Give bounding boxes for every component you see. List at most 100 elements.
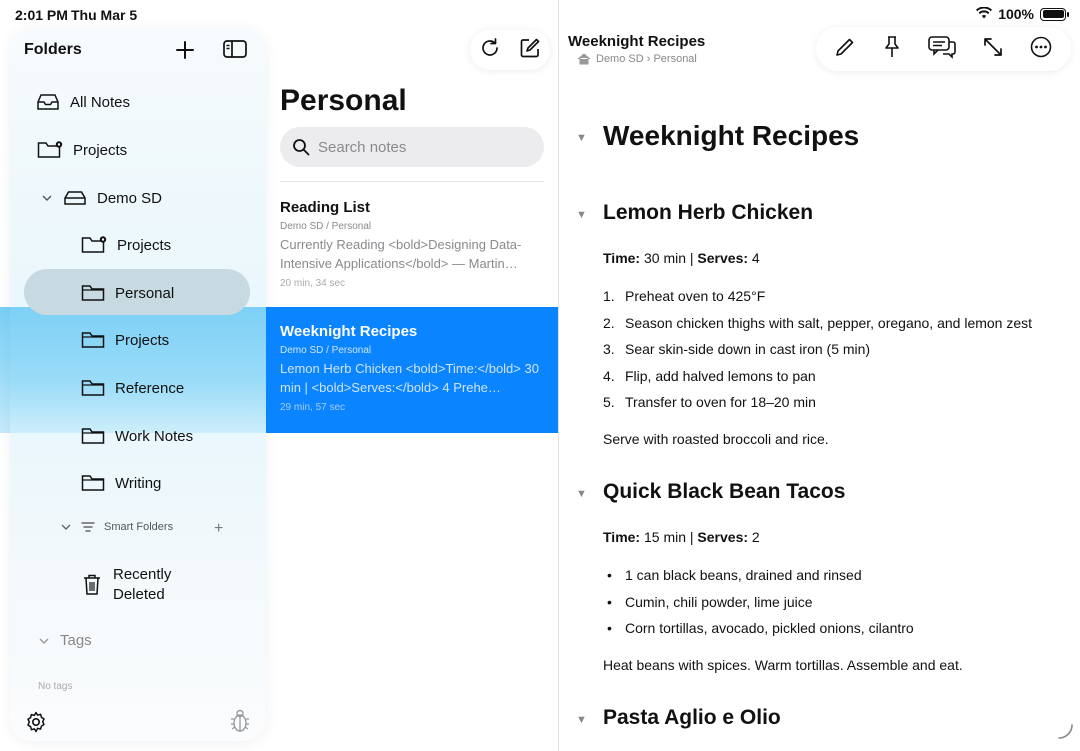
meta-line: Time: 15 min | Serves: 2 <box>603 529 760 545</box>
note-heading-1: Weeknight Recipes <box>603 120 860 151</box>
sidebar-item-label: Reference <box>115 379 185 397</box>
search-icon <box>293 139 310 156</box>
list-item: 3. Sear skin-side down in cast iron (5 mi… <box>603 341 871 357</box>
tags-label: Tags <box>60 632 92 649</box>
settings-button[interactable] <box>24 710 48 739</box>
expand-icon <box>984 37 1002 56</box>
compose-icon <box>520 38 540 57</box>
resize-corner-icon <box>1058 724 1073 739</box>
numbered-list: 1. Preheat oven to 425°F 2. Season chicken… <box>603 288 1032 421</box>
note-card-reading-list[interactable]: Reading List Demo SD / Personal Currentl… <box>266 183 558 309</box>
comments-button[interactable] <box>927 35 957 64</box>
sidebar-item-demo-sd[interactable]: Demo SD <box>41 181 162 215</box>
tray-icon <box>37 94 59 110</box>
gear-icon <box>27 711 45 733</box>
sidebar-icon <box>223 40 247 58</box>
folder-icon <box>81 285 105 301</box>
note-time: 20 min, 34 sec <box>280 278 346 289</box>
sidebar-item-label: Demo SD <box>97 189 163 207</box>
section-heading: Lemon Herb Chicken <box>603 201 814 224</box>
paragraph: Heat beans with spices. Warm tortillas. … <box>603 657 963 673</box>
list-toolbar <box>470 30 550 70</box>
chevron-down-icon <box>42 195 52 201</box>
add-folder-button[interactable] <box>172 37 198 63</box>
sidebar-item-label: Projects <box>73 141 128 159</box>
sidebar-item-label: Writing <box>115 474 162 492</box>
sidebar-item-projects-root[interactable]: Projects <box>37 133 127 167</box>
note-detail-pane: Weeknight Recipes Demo SD › Personal ▼ W… <box>559 0 1080 751</box>
note-time: 29 min, 57 sec <box>280 402 346 413</box>
folder-gear-icon <box>81 236 107 253</box>
sidebar-item-work-notes[interactable]: Work Notes <box>81 419 193 453</box>
collapse-triangle-icon[interactable]: ▼ <box>576 714 587 726</box>
chevron-down-icon <box>39 638 49 644</box>
tags-header[interactable]: Tags <box>38 632 92 649</box>
serves-value: 2 <box>748 529 760 545</box>
comments-icon <box>928 35 957 59</box>
new-note-button[interactable] <box>519 37 541 64</box>
status-time: 2:01 PM <box>15 7 68 23</box>
bullet-list: • 1 can black beans, drained and rinsed •… <box>607 567 914 647</box>
debug-button[interactable] <box>229 708 251 739</box>
collapse-triangle-icon[interactable]: ▼ <box>576 209 587 221</box>
pin-icon <box>885 35 899 57</box>
sidebar-item-label: Projects <box>117 236 172 254</box>
ladybug-icon <box>231 709 249 732</box>
drive-icon <box>64 191 86 205</box>
sidebar: Folders All Notes Projects Demo SD Proje… <box>10 28 266 741</box>
list-item: • Corn tortillas, avocado, pickled onions… <box>607 620 914 636</box>
note-title: Weeknight Recipes <box>280 323 418 340</box>
time-label: Time: <box>603 250 641 266</box>
toggle-sidebar-button[interactable] <box>222 38 250 62</box>
edit-button[interactable] <box>834 36 856 63</box>
sidebar-item-projects[interactable]: Projects <box>81 228 171 262</box>
note-path: Demo SD / Personal <box>280 345 372 356</box>
serves-label: Serves: <box>697 529 749 545</box>
list-item: • 1 can black beans, drained and rinsed <box>607 567 862 583</box>
note-card-weeknight-recipes[interactable]: Weeknight Recipes Demo SD / Personal Lem… <box>266 307 558 433</box>
time-value: 15 min | <box>640 529 698 545</box>
collapse-triangle-icon[interactable]: ▼ <box>576 132 587 144</box>
sidebar-item-writing[interactable]: Writing <box>81 466 161 500</box>
search-bar[interactable] <box>280 127 544 167</box>
no-tags-text: No tags <box>38 681 73 692</box>
trash-icon <box>84 574 100 595</box>
note-preview: Currently Reading <bold>Designing Data-I… <box>280 237 522 271</box>
add-smart-folder-button[interactable]: + <box>214 520 223 538</box>
section-heading: Pasta Aglio e Olio <box>603 706 781 729</box>
more-button[interactable] <box>1029 35 1053 64</box>
note-title: Reading List <box>280 199 371 216</box>
sidebar-item-recently-deleted[interactable]: Recently Deleted <box>81 563 171 607</box>
smart-folders-header[interactable]: Smart Folders <box>60 521 173 533</box>
sync-button[interactable] <box>479 37 501 64</box>
sidebar-item-label: Work Notes <box>115 427 194 445</box>
sidebar-item-reference[interactable]: Reference <box>81 371 184 405</box>
sidebar-item-label: Projects <box>115 331 170 349</box>
expand-button[interactable] <box>982 36 1004 63</box>
search-input[interactable] <box>318 138 528 156</box>
time-label: Time: <box>603 529 641 545</box>
meta-line: Time: 30 min | Serves: 4 <box>603 250 760 266</box>
serves-value: 4 <box>748 250 760 266</box>
list-item: • Cumin, chili powder, lime juice <box>607 593 813 610</box>
folder-icon <box>81 332 105 348</box>
recently-deleted-line2: Deleted <box>113 586 165 603</box>
smart-folders-label: Smart Folders <box>104 521 174 533</box>
chevron-down-icon <box>61 524 71 530</box>
sidebar-item-all-notes[interactable]: All Notes <box>36 85 130 119</box>
breadcrumb[interactable]: Demo SD › Personal <box>577 53 697 65</box>
recently-deleted-line1: Recently <box>113 566 172 583</box>
serves-label: Serves: <box>697 250 749 266</box>
sidebar-item-projects-2[interactable]: Projects <box>81 323 169 357</box>
sidebar-item-label: Personal <box>115 284 175 302</box>
folder-icon <box>81 428 105 444</box>
sidebar-item-personal[interactable]: Personal <box>81 276 174 310</box>
resize-handle[interactable] <box>1056 722 1074 745</box>
detail-header-title: Weeknight Recipes <box>568 33 706 50</box>
plus-icon <box>176 41 194 59</box>
list-title: Personal <box>280 84 407 117</box>
collapse-triangle-icon[interactable]: ▼ <box>576 488 587 500</box>
status-date: Thu Mar 5 <box>71 7 138 23</box>
note-list-pane: Personal Reading List Demo SD / Personal… <box>266 0 558 751</box>
pin-button[interactable] <box>881 35 903 64</box>
